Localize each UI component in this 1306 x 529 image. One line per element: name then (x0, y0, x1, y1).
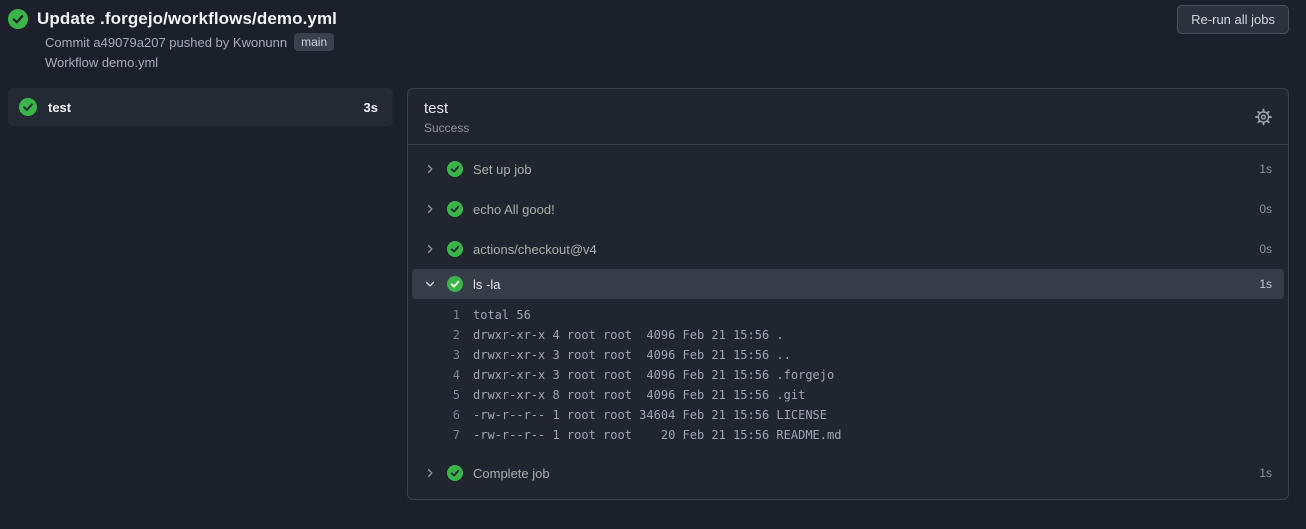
log-line-number[interactable]: 3 (408, 348, 460, 362)
log-line-text: total 56 (473, 308, 531, 322)
log-line-text: -rw-r--r-- 1 root root 20 Feb 21 15:56 R… (473, 428, 842, 442)
log-line-number[interactable]: 6 (408, 408, 460, 422)
step-row-complete-job[interactable]: Complete job 1s (408, 453, 1288, 493)
jobs-sidebar: test 3s (8, 88, 393, 126)
log-line-number[interactable]: 5 (408, 388, 460, 402)
job-title: test (424, 100, 449, 117)
job-duration: 3s (363, 99, 378, 115)
run-header: Update .forgejo/workflows/demo.yml Commi… (0, 0, 1306, 80)
step-duration: 1s (1259, 466, 1272, 480)
log-line-text: drwxr-xr-x 4 root root 4096 Feb 21 15:56… (473, 328, 784, 342)
chevron-down-icon (424, 278, 438, 290)
step-duration: 1s (1259, 277, 1272, 291)
check-circle-icon (447, 161, 463, 177)
step-row-echo[interactable]: echo All good! 0s (408, 189, 1288, 229)
step-label: actions/checkout@v4 (473, 241, 597, 257)
log-line-text: drwxr-xr-x 3 root root 4096 Feb 21 15:56… (473, 348, 791, 362)
step-row-setup-job[interactable]: Set up job 1s (408, 149, 1288, 189)
log-line: 6 -rw-r--r-- 1 root root 34604 Feb 21 15… (408, 405, 1288, 425)
step-duration: 0s (1259, 202, 1272, 216)
step-label: echo All good! (473, 201, 555, 217)
log-line: 4 drwxr-xr-x 3 root root 4096 Feb 21 15:… (408, 365, 1288, 385)
chevron-right-icon (424, 203, 438, 215)
log-line: 2 drwxr-xr-x 4 root root 4096 Feb 21 15:… (408, 325, 1288, 345)
log-line-number[interactable]: 7 (408, 428, 460, 442)
job-steps-list: Set up job 1s echo All good! 0s actions/… (408, 145, 1288, 499)
gear-icon[interactable] (1254, 107, 1273, 126)
log-line-text: drwxr-xr-x 3 root root 4096 Feb 21 15:56… (473, 368, 835, 382)
job-panel-header: test Success (408, 89, 1288, 145)
log-line: 5 drwxr-xr-x 8 root root 4096 Feb 21 15:… (408, 385, 1288, 405)
step-label: Complete job (473, 465, 550, 481)
chevron-right-icon (424, 243, 438, 255)
step-duration: 1s (1259, 162, 1272, 176)
check-circle-icon (19, 98, 37, 116)
job-detail-panel: test Success Set up job 1s echo All good… (407, 88, 1289, 500)
rerun-all-jobs-button[interactable]: Re-run all jobs (1177, 5, 1289, 34)
log-line: 7 -rw-r--r-- 1 root root 20 Feb 21 15:56… (408, 425, 1288, 445)
step-row-checkout[interactable]: actions/checkout@v4 0s (408, 229, 1288, 269)
commit-info: Commit a49079a207 pushed by Kwonunn (45, 34, 288, 50)
check-circle-icon (447, 276, 463, 292)
check-circle-icon (447, 241, 463, 257)
step-label: ls -la (473, 276, 501, 292)
step-duration: 0s (1259, 242, 1272, 256)
log-line-number[interactable]: 2 (408, 328, 460, 342)
log-line-number[interactable]: 1 (408, 308, 460, 322)
workflow-info: Workflow demo.yml (45, 55, 159, 70)
sidebar-job-test[interactable]: test 3s (8, 88, 393, 126)
step-log-output: 1 total 56 2 drwxr-xr-x 4 root root 4096… (408, 299, 1288, 453)
log-line: 3 drwxr-xr-x 3 root root 4096 Feb 21 15:… (408, 345, 1288, 365)
log-line-number[interactable]: 4 (408, 368, 460, 382)
log-line-text: -rw-r--r-- 1 root root 34604 Feb 21 15:5… (473, 408, 828, 422)
step-label: Set up job (473, 161, 532, 177)
job-name: test (48, 99, 72, 115)
log-line: 1 total 56 (408, 305, 1288, 325)
check-circle-icon (8, 9, 28, 29)
page-title: Update .forgejo/workflows/demo.yml (37, 9, 337, 28)
job-status-text: Success (424, 121, 470, 135)
branch-badge[interactable]: main (294, 33, 335, 51)
check-circle-icon (447, 465, 463, 481)
chevron-right-icon (424, 467, 438, 479)
step-row-ls-la[interactable]: ls -la 1s (412, 269, 1284, 299)
check-circle-icon (447, 201, 463, 217)
chevron-right-icon (424, 163, 438, 175)
log-line-text: drwxr-xr-x 8 root root 4096 Feb 21 15:56… (473, 388, 806, 402)
